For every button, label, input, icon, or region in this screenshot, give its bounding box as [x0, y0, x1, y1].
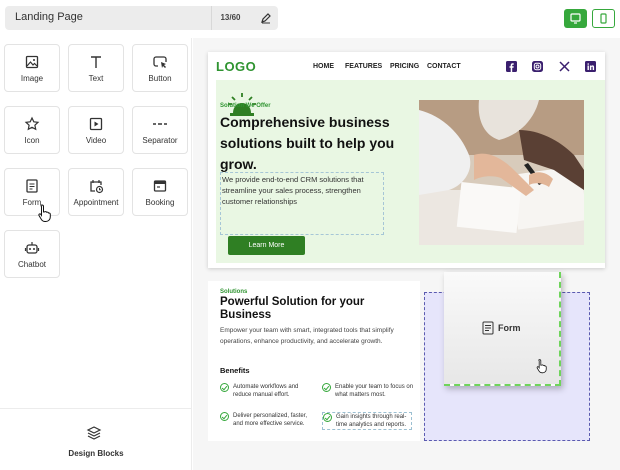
- play-icon: [89, 117, 103, 131]
- benefit-item: Automate workflows and reduce manual eff…: [220, 383, 315, 399]
- button-cursor-icon: [153, 56, 167, 68]
- dragged-block-label: Form: [498, 323, 521, 333]
- x-icon[interactable]: [559, 61, 570, 72]
- solutions-heading[interactable]: Powerful Solution for your Business: [220, 296, 410, 322]
- block-image[interactable]: Image: [4, 44, 60, 92]
- page-title-input[interactable]: Landing Page: [15, 11, 83, 23]
- text-icon: [91, 56, 101, 68]
- block-label: Appointment: [73, 198, 119, 207]
- desktop-view-button[interactable]: [564, 9, 587, 28]
- image-icon: [25, 55, 39, 69]
- block-label: Booking: [145, 198, 175, 207]
- hero-tagline: Solution We Offer: [220, 103, 271, 109]
- form-icon: [482, 321, 494, 335]
- hero-section[interactable]: LOGO HOME FEATURES PRICING CONTACT Solut…: [208, 52, 605, 268]
- check-circle-icon: [322, 383, 331, 392]
- block-video[interactable]: Video: [68, 106, 124, 154]
- hero-paragraph[interactable]: We provide end-to-end CRM solutions that…: [220, 172, 384, 235]
- block-button[interactable]: Button: [132, 44, 188, 92]
- block-separator[interactable]: Separator: [132, 106, 188, 154]
- check-circle-icon: [220, 412, 229, 421]
- form-icon: [26, 179, 38, 193]
- block-label: Image: [20, 74, 44, 83]
- instagram-icon[interactable]: [532, 61, 543, 72]
- monitor-icon: [570, 13, 581, 24]
- star-icon: [24, 116, 40, 131]
- block-label: Text: [88, 74, 104, 83]
- block-label: Separator: [142, 136, 178, 145]
- separator-icon: [153, 123, 167, 125]
- robot-icon: [24, 242, 40, 254]
- site-logo[interactable]: LOGO: [216, 59, 256, 74]
- hand-cursor-icon: [38, 204, 51, 222]
- nav-pricing[interactable]: PRICING: [390, 63, 419, 70]
- char-counter: 13/60: [211, 6, 249, 30]
- benefits-title: Benefits: [220, 366, 250, 375]
- phone-icon: [600, 13, 607, 24]
- block-chatbot[interactable]: Chatbot: [4, 230, 60, 278]
- block-label: Icon: [24, 136, 40, 145]
- solutions-paragraph[interactable]: Empower your team with smart, integrated…: [220, 325, 415, 347]
- dragged-form-block[interactable]: Form: [444, 272, 561, 386]
- block-label: Chatbot: [17, 260, 47, 269]
- mobile-view-button[interactable]: [592, 9, 615, 28]
- block-label: Button: [148, 74, 172, 83]
- blocks-sidebar: Image Text Button Icon Video Separator F…: [0, 38, 192, 470]
- block-appointment[interactable]: Appointment: [68, 168, 124, 216]
- check-circle-icon: [323, 413, 332, 422]
- hero-heading[interactable]: Comprehensive business solutions built t…: [220, 112, 400, 175]
- block-text[interactable]: Text: [68, 44, 124, 92]
- top-bar: Landing Page 13/60: [0, 0, 620, 38]
- design-blocks-label: Design Blocks: [68, 449, 124, 458]
- page-title-field[interactable]: Landing Page 13/60: [5, 6, 278, 30]
- pencil-icon[interactable]: [259, 11, 273, 25]
- handshake-photo: [419, 100, 584, 245]
- linkedin-icon[interactable]: [585, 61, 596, 72]
- solutions-section[interactable]: Solutions Powerful Solution for your Bus…: [208, 281, 420, 441]
- layers-icon: [86, 426, 102, 440]
- nav-home[interactable]: HOME: [313, 63, 334, 70]
- hand-cursor-icon: [536, 359, 547, 374]
- benefit-item-selected[interactable]: Gain insights through real-time analytic…: [322, 412, 412, 430]
- learn-more-button[interactable]: Learn More: [228, 236, 305, 255]
- block-booking[interactable]: Booking: [132, 168, 188, 216]
- benefit-item: Enable your team to focus on what matter…: [322, 383, 417, 399]
- check-circle-icon: [220, 383, 229, 392]
- design-blocks-button[interactable]: Design Blocks: [0, 408, 192, 470]
- facebook-icon[interactable]: [506, 61, 517, 72]
- hero-photo[interactable]: [419, 100, 584, 245]
- nav-features[interactable]: FEATURES: [345, 63, 382, 70]
- block-label: Video: [85, 136, 107, 145]
- benefit-item: Deliver personalized, faster, and more e…: [220, 412, 315, 428]
- solutions-tagline: Solutions: [220, 289, 248, 295]
- block-icon[interactable]: Icon: [4, 106, 60, 154]
- calendar-clock-icon: [90, 180, 104, 194]
- nav-contact[interactable]: CONTACT: [427, 63, 461, 70]
- booking-window-icon: [153, 180, 167, 192]
